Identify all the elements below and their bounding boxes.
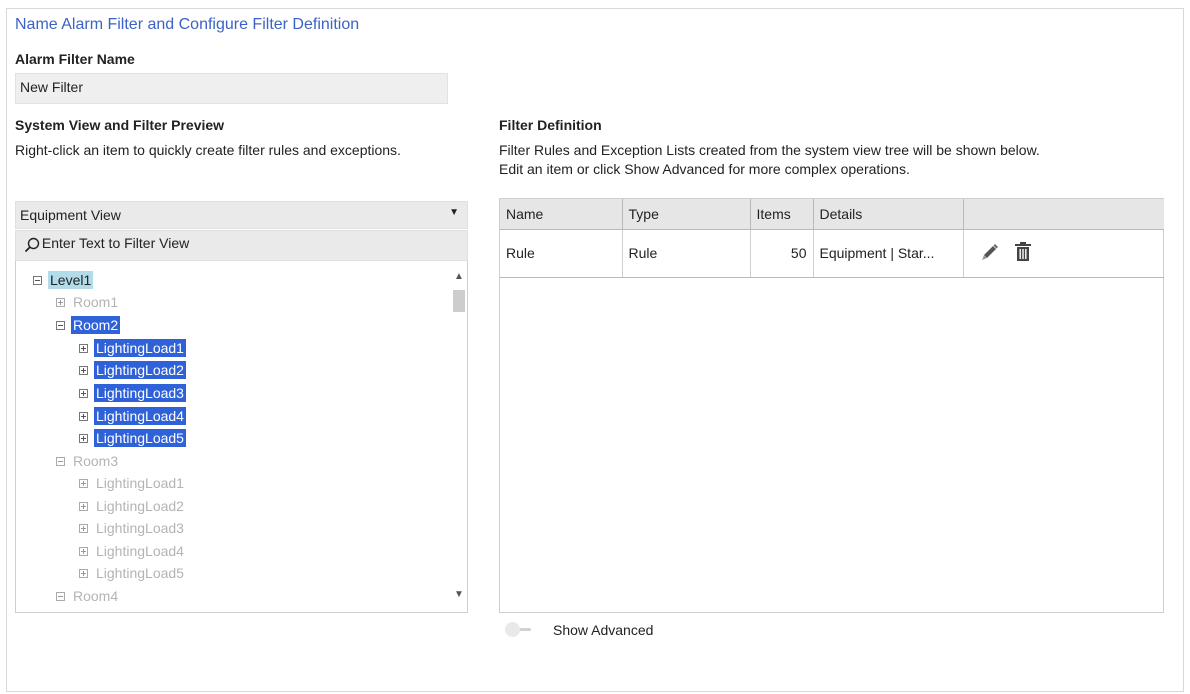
cell-name: Rule bbox=[500, 229, 623, 278]
cell-type: Rule bbox=[622, 229, 751, 278]
tree-search-input[interactable]: Enter Text to Filter View bbox=[15, 230, 468, 261]
tree-node-room3-lightingload4[interactable]: LightingLoad4 bbox=[79, 541, 186, 562]
tree-node-room3-lightingload5[interactable]: LightingLoad5 bbox=[79, 563, 186, 584]
tree-node-level1[interactable]: Level1 bbox=[33, 270, 94, 291]
column-header-items[interactable]: Items bbox=[750, 199, 814, 230]
show-advanced-label[interactable]: Show Advanced bbox=[553, 622, 653, 638]
trash-icon[interactable] bbox=[1013, 241, 1033, 266]
column-header-actions bbox=[963, 199, 1164, 230]
tree-node-room2-lightingload5[interactable]: LightingLoad5 bbox=[79, 428, 186, 449]
expand-icon[interactable] bbox=[79, 546, 88, 556]
system-view-heading: System View and Filter Preview bbox=[15, 117, 225, 133]
tree-scrollbar[interactable]: ▲ ▼ bbox=[450, 261, 467, 612]
expand-icon[interactable] bbox=[79, 388, 88, 398]
expand-icon[interactable] bbox=[79, 501, 88, 511]
expand-icon[interactable] bbox=[79, 411, 88, 421]
filter-definition-description-line1: Filter Rules and Exception Lists created… bbox=[499, 142, 1040, 158]
column-header-details[interactable]: Details bbox=[813, 199, 964, 230]
tree-search-placeholder: Enter Text to Filter View bbox=[41, 235, 190, 251]
expand-icon[interactable] bbox=[79, 365, 88, 375]
collapse-icon[interactable] bbox=[33, 275, 42, 285]
scrollbar-thumb[interactable] bbox=[453, 290, 465, 312]
page-title: Name Alarm Filter and Configure Filter D… bbox=[15, 16, 360, 33]
cell-details: Equipment | Star... bbox=[813, 229, 964, 278]
expand-icon[interactable] bbox=[79, 478, 88, 488]
cell-items: 50 bbox=[750, 229, 814, 278]
toggle-knob bbox=[505, 622, 520, 637]
collapse-icon[interactable] bbox=[56, 320, 65, 330]
tree-node-room2-lightingload2[interactable]: LightingLoad2 bbox=[79, 360, 186, 381]
filter-name-label: Alarm Filter Name bbox=[15, 51, 135, 67]
expand-icon[interactable] bbox=[79, 433, 88, 443]
collapse-icon[interactable] bbox=[56, 456, 65, 466]
scroll-up-icon[interactable]: ▲ bbox=[454, 271, 464, 282]
tree-node-room3-lightingload3[interactable]: LightingLoad3 bbox=[79, 518, 186, 539]
view-selector-value: Equipment View bbox=[20, 207, 121, 223]
tree-node-room2[interactable]: Room2 bbox=[56, 315, 121, 336]
tree-node-room1[interactable]: Room1 bbox=[56, 292, 120, 313]
cell-actions bbox=[963, 229, 1164, 278]
tree-node-room3-lightingload2[interactable]: LightingLoad2 bbox=[79, 496, 186, 517]
chevron-down-icon: ▼ bbox=[449, 207, 459, 218]
view-selector-dropdown[interactable]: Equipment View ▼ bbox=[15, 201, 468, 229]
column-header-type[interactable]: Type bbox=[622, 199, 751, 230]
filter-definition-description-line2: Edit an item or click Show Advanced for … bbox=[499, 161, 910, 177]
scroll-down-icon[interactable]: ▼ bbox=[454, 589, 464, 600]
table-row[interactable]: Rule Rule 50 Equipment | Star... bbox=[500, 229, 1164, 278]
tree-node-room4[interactable]: Room4 bbox=[56, 586, 120, 607]
collapse-icon[interactable] bbox=[56, 591, 65, 601]
column-header-name[interactable]: Name bbox=[500, 199, 623, 230]
search-icon bbox=[24, 237, 40, 256]
tree-node-room2-lightingload1[interactable]: LightingLoad1 bbox=[79, 338, 186, 359]
tree-node-room3[interactable]: Room3 bbox=[56, 451, 120, 472]
tree-node-room2-lightingload3[interactable]: LightingLoad3 bbox=[79, 383, 186, 404]
system-view-tree[interactable]: Level1 Room1 Room2 LightingLoad1 Lightin… bbox=[15, 261, 468, 613]
expand-icon[interactable] bbox=[56, 297, 65, 307]
filter-definition-table: Name Type Items Details Rule Rule 50 Equ… bbox=[500, 199, 1164, 278]
show-advanced-toggle[interactable] bbox=[505, 622, 535, 638]
system-view-description: Right-click an item to quickly create fi… bbox=[15, 142, 401, 158]
expand-icon[interactable] bbox=[79, 523, 88, 533]
filter-definition-grid: Name Type Items Details Rule Rule 50 Equ… bbox=[499, 198, 1164, 613]
expand-icon[interactable] bbox=[79, 568, 88, 578]
pencil-icon[interactable] bbox=[978, 241, 1000, 266]
tree-node-room2-lightingload4[interactable]: LightingLoad4 bbox=[79, 406, 186, 427]
tree-node-room3-lightingload1[interactable]: LightingLoad1 bbox=[79, 473, 186, 494]
filter-name-input[interactable]: New Filter bbox=[15, 73, 448, 104]
filter-definition-heading: Filter Definition bbox=[499, 117, 602, 133]
expand-icon[interactable] bbox=[79, 343, 88, 353]
